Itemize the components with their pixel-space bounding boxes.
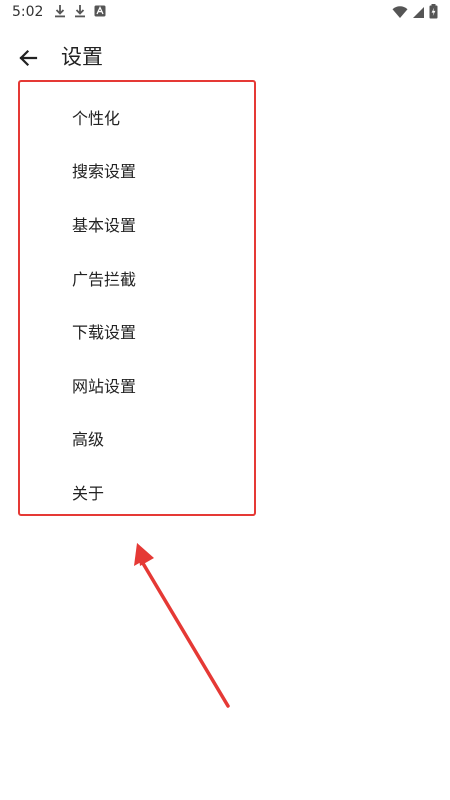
settings-item-search[interactable]: 搜索设置	[20, 144, 254, 198]
signal-icon	[413, 6, 424, 18]
status-notification-icons	[54, 4, 106, 18]
app-bar: 设置	[0, 32, 450, 82]
page-title: 设置	[61, 45, 103, 69]
settings-item-website[interactable]: 网站设置	[20, 358, 254, 412]
notification-icon	[94, 5, 106, 17]
arrow-left-icon	[19, 49, 38, 67]
settings-item-label: 基本设置	[72, 215, 137, 235]
settings-list: 个性化 搜索设置 基本设置 广告拦截 下载设置 网站设置 高级 关于	[18, 80, 256, 516]
settings-item-label: 个性化	[72, 108, 121, 128]
status-system-icons	[392, 4, 438, 19]
settings-item-label: 搜索设置	[72, 162, 137, 182]
settings-item-about[interactable]: 关于	[20, 465, 254, 519]
download-icon	[55, 5, 65, 18]
status-time: 5:02	[12, 4, 44, 20]
wifi-icon	[392, 5, 408, 18]
settings-item-label: 下载设置	[72, 323, 137, 343]
settings-item-ad-block[interactable]: 广告拦截	[20, 251, 254, 305]
settings-item-download[interactable]: 下载设置	[20, 304, 254, 358]
settings-item-label: 高级	[72, 430, 105, 450]
settings-item-basic[interactable]: 基本设置	[20, 197, 254, 251]
settings-item-personalization[interactable]: 个性化	[20, 90, 254, 144]
back-button[interactable]	[12, 42, 44, 74]
settings-item-label: 网站设置	[72, 376, 137, 396]
arrow-shape	[137, 543, 228, 706]
download-icon	[75, 5, 85, 18]
settings-item-label: 广告拦截	[72, 269, 137, 289]
settings-item-label: 关于	[72, 483, 105, 503]
arrow-shaft	[139, 558, 230, 708]
arrow-head	[134, 543, 150, 566]
battery-icon	[429, 4, 438, 19]
status-bar: 5:02	[0, 0, 450, 26]
settings-item-advanced[interactable]: 高级	[20, 412, 254, 466]
